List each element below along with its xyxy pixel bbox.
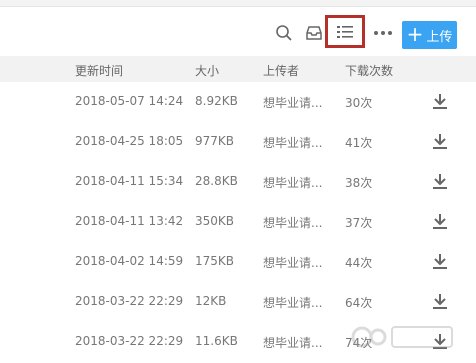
more-icon[interactable] (370, 20, 396, 46)
toolbar: + 上传 (0, 6, 476, 56)
upload-label: 上传 (426, 29, 453, 45)
row-size: 350KB (195, 214, 235, 228)
table-row[interactable]: 2018-03-22 22:29 12KB 想毕业请... 64次 (0, 282, 476, 322)
row-uploader[interactable]: 想毕业请... (263, 214, 322, 231)
row-uploader[interactable]: 想毕业请... (263, 294, 322, 311)
download-icon[interactable] (430, 91, 450, 111)
inbox-icon[interactable] (301, 20, 327, 46)
row-downloads: 37次 (345, 216, 373, 230)
table-row[interactable]: 2018-04-02 14:59 175KB 想毕业请... 44次 (0, 242, 476, 282)
row-uploader[interactable]: 想毕业请... (263, 174, 322, 191)
row-size: 11.6KB (195, 334, 238, 348)
row-uploader[interactable]: 想毕业请... (263, 334, 322, 351)
row-size: 12KB (195, 294, 227, 308)
row-time: 2018-04-25 18:05 (75, 134, 184, 148)
header-time[interactable]: 更新时间 (75, 62, 123, 79)
table-row[interactable]: 2018-04-25 18:05 977KB 想毕业请... 41次 (0, 122, 476, 162)
table-row[interactable]: 2018-04-11 15:34 28.8KB 想毕业请... 38次 (0, 162, 476, 202)
row-size: 977KB (195, 134, 235, 148)
row-uploader[interactable]: 想毕业请... (263, 254, 322, 271)
header-uploader[interactable]: 上传者 (263, 62, 299, 79)
search-icon[interactable] (271, 20, 297, 46)
row-time: 2018-03-22 22:29 (75, 334, 184, 348)
table-row[interactable]: 2018-04-11 13:42 350KB 想毕业请... 37次 (0, 202, 476, 242)
download-icon[interactable] (430, 291, 450, 311)
plus-icon: + (406, 22, 424, 46)
download-icon[interactable] (430, 131, 450, 151)
row-time: 2018-04-11 15:34 (75, 174, 184, 188)
row-downloads: 64次 (345, 296, 373, 310)
row-downloads: 41次 (345, 136, 373, 150)
row-downloads: 44次 (345, 256, 373, 270)
download-icon[interactable] (430, 171, 450, 191)
list-view-icon[interactable] (325, 15, 365, 48)
watermark-logo (351, 326, 453, 348)
row-time: 2018-03-22 22:29 (75, 294, 184, 308)
upload-button[interactable]: + 上传 (402, 21, 457, 49)
row-size: 28.8KB (195, 174, 238, 188)
header-downloads[interactable]: 下载次数 (345, 62, 393, 79)
row-uploader[interactable]: 想毕业请... (263, 134, 322, 151)
download-icon[interactable] (430, 211, 450, 231)
row-size: 175KB (195, 254, 235, 268)
header-size[interactable]: 大小 (195, 62, 219, 79)
table-row[interactable]: 2018-05-07 14:24 8.92KB 想毕业请... 30次 (0, 82, 476, 122)
table-header: 更新时间 大小 上传者 下载次数 (0, 56, 476, 82)
row-uploader[interactable]: 想毕业请... (263, 94, 322, 111)
row-time: 2018-04-11 13:42 (75, 214, 184, 228)
row-downloads: 30次 (345, 96, 373, 110)
row-time: 2018-04-02 14:59 (75, 254, 184, 268)
row-time: 2018-05-07 14:24 (75, 94, 184, 108)
row-size: 8.92KB (195, 94, 238, 108)
row-downloads: 38次 (345, 176, 373, 190)
download-icon[interactable] (430, 251, 450, 271)
